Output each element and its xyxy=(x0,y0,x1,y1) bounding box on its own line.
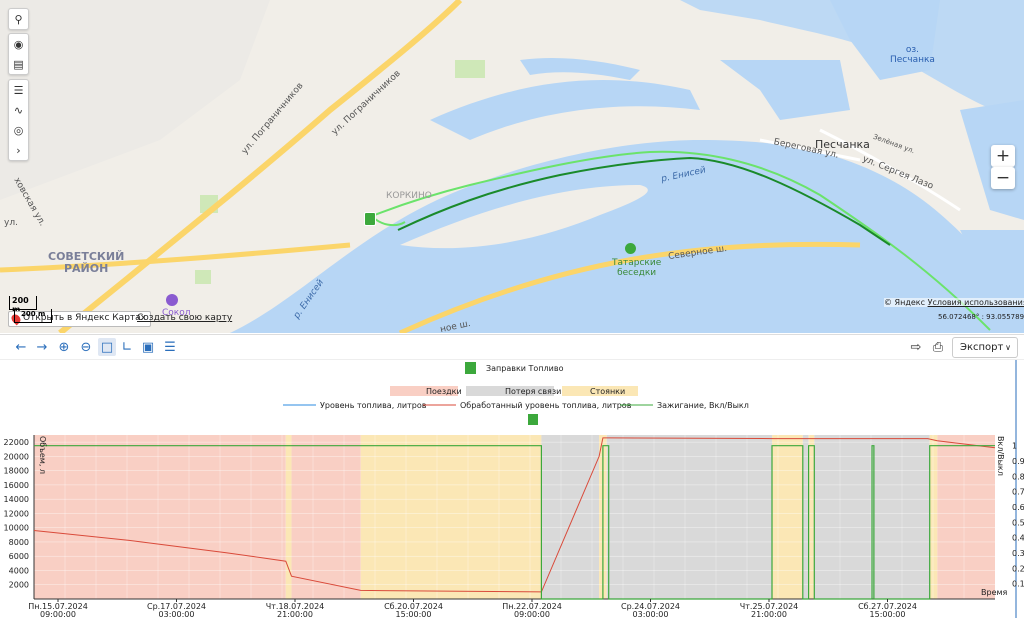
chart-toolbar: ← → ⊕ ⊖ □ ∟ ▣ ☰ ⇨ ⎙ Экспорт ∨ xyxy=(0,334,1024,360)
export-label: Экспорт xyxy=(960,342,1004,353)
fuel-station-icon[interactable] xyxy=(364,212,376,226)
arrow-left-icon[interactable]: ← xyxy=(12,338,30,356)
terms-link[interactable]: Условия использования xyxy=(928,298,1024,307)
zoom-in-button[interactable]: + xyxy=(991,145,1015,167)
eye-icon[interactable]: ◉ xyxy=(9,34,28,54)
legend-band[interactable]: Поездки xyxy=(426,387,462,396)
route-icon[interactable]: ∿ xyxy=(9,100,28,120)
x-tick-time-0: 09:00:00 xyxy=(40,610,76,619)
y-tick-right-7: 0.8 xyxy=(1012,472,1024,481)
band-0 xyxy=(34,435,286,599)
map-view[interactable]: ул. Пограничников ул. Пограничников ховс… xyxy=(0,0,1024,333)
y-tick-left-7: 16000 xyxy=(4,481,29,490)
y-axis-label-left: Объем, л xyxy=(38,436,47,474)
axis-icon[interactable]: ∟ xyxy=(118,338,136,356)
y-tick-left-6: 14000 xyxy=(4,495,29,504)
zoom-out-button[interactable]: − xyxy=(991,167,1015,189)
x-tick-time-5: 03:00:00 xyxy=(633,610,669,619)
band-2 xyxy=(291,435,361,599)
x-tick-time-3: 15:00:00 xyxy=(396,610,432,619)
band-11 xyxy=(929,435,938,599)
y-axis-label-right: Вкл/Выкл xyxy=(996,436,1005,476)
y-tick-right-4: 0.5 xyxy=(1012,518,1024,527)
scale-bar: 200 m xyxy=(9,296,37,314)
app-root: ул. Пограничников ул. Пограничников ховс… xyxy=(0,0,1024,620)
fuel-refill-icon[interactable] xyxy=(528,414,538,425)
arrow-right-icon[interactable]: → xyxy=(33,338,51,356)
legend-series[interactable]: Зажигание, Вкл/Выкл xyxy=(657,401,749,410)
band-9 xyxy=(808,435,815,599)
legend-refill[interactable]: Заправки Топливо xyxy=(486,364,564,373)
x-tick-time-1: 03:00:00 xyxy=(159,610,195,619)
chevron-right-icon[interactable]: › xyxy=(9,140,28,160)
waypoints-icon[interactable]: ◎ xyxy=(9,120,28,140)
y-tick-left-4: 10000 xyxy=(4,524,29,533)
y-tick-left-0: 2000 xyxy=(9,581,29,590)
band-8 xyxy=(802,435,809,599)
copyright: © Яндекс Условия использования xyxy=(884,298,1024,307)
band-6 xyxy=(606,435,773,599)
band-3 xyxy=(360,435,542,599)
y-tick-right-2: 0.3 xyxy=(1012,549,1024,558)
poi-icon[interactable] xyxy=(625,243,636,254)
x-tick-time-7: 15:00:00 xyxy=(870,610,906,619)
map-label-poi: Татарские беседки xyxy=(612,258,662,278)
list-icon[interactable]: ☰ xyxy=(161,338,179,356)
legend-band[interactable]: Стоянки xyxy=(590,387,625,396)
plot-area[interactable]: 2000 4000 6000 8000 10000 12000 14000 16000 1800… xyxy=(4,360,1024,619)
map-label-korkino: КОРКИНО xyxy=(386,191,432,201)
map-label-district: СОВЕТСКИЙ РАЙОН xyxy=(48,250,125,275)
map-label-lake: оз. Песчанка xyxy=(890,45,935,65)
copyright-text: © Яндекс xyxy=(884,298,928,307)
zoom-out-icon[interactable]: ⊖ xyxy=(77,338,95,356)
y-tick-left-3: 8000 xyxy=(9,538,29,547)
band-12 xyxy=(937,435,995,599)
zoom-selection-icon[interactable]: □ xyxy=(98,338,116,356)
y-tick-left-8: 18000 xyxy=(4,467,29,476)
y-tick-right-0: 0.1 xyxy=(1012,580,1024,589)
sport-icon[interactable] xyxy=(166,294,178,306)
ruler-icon[interactable]: ☰ xyxy=(9,80,28,100)
map-tools-view: ◉ ▤ xyxy=(8,33,29,75)
band-4 xyxy=(541,435,600,599)
create-map-link[interactable]: Создать свою карту xyxy=(137,313,232,323)
fuel-chart[interactable]: Заправки Топливо Поездки Потеря связи Ст… xyxy=(0,360,1024,620)
coords-readout: 56.072468° : 93.055789° xyxy=(938,313,1024,321)
y-tick-left-9: 20000 xyxy=(4,452,29,461)
x-tick-time-2: 21:00:00 xyxy=(277,610,313,619)
y-tick-right-1: 0.2 xyxy=(1012,564,1024,573)
y-tick-left-10: 22000 xyxy=(4,438,29,447)
x-axis-label: Время xyxy=(981,588,1008,597)
fuel-refill-icon[interactable] xyxy=(465,362,476,374)
y-tick-right-3: 0.4 xyxy=(1012,534,1024,543)
print-icon[interactable]: ⎙ xyxy=(929,338,947,356)
y-tick-left-5: 12000 xyxy=(4,509,29,518)
search-icon[interactable]: ⚲ xyxy=(9,9,28,29)
zoom-in-icon[interactable]: ⊕ xyxy=(55,338,73,356)
legend-series[interactable]: Обработанный уровень топлива, литров xyxy=(460,401,632,410)
y-tick-right-5: 0.6 xyxy=(1012,503,1024,512)
legend-band[interactable]: Потеря связи xyxy=(505,387,561,396)
x-tick-time-6: 21:00:00 xyxy=(751,610,787,619)
chart-area[interactable]: Заправки Топливо Поездки Потеря связи Ст… xyxy=(0,360,1024,620)
map-icon[interactable]: ▤ xyxy=(9,54,28,74)
scale-bar-secondary: 200 m xyxy=(14,309,52,323)
legend-series[interactable]: Уровень топлива, литров xyxy=(320,401,427,410)
export-out-icon[interactable]: ⇨ xyxy=(907,338,925,356)
map-tools-route: ☰ ∿ ◎ › xyxy=(8,79,29,161)
export-dropdown[interactable]: Экспорт ∨ xyxy=(952,337,1018,358)
chevron-down-icon: ∨ xyxy=(1005,343,1011,352)
fit-icon[interactable]: ▣ xyxy=(139,338,157,356)
x-tick-time-4: 09:00:00 xyxy=(514,610,550,619)
map-label-street: ул. xyxy=(4,218,18,228)
y-tick-right-9: 1 xyxy=(1012,442,1017,451)
map-tools-search: ⚲ xyxy=(8,8,29,30)
y-tick-right-6: 0.7 xyxy=(1012,488,1024,497)
y-tick-left-2: 6000 xyxy=(9,552,29,561)
band-7 xyxy=(772,435,803,599)
y-tick-left-1: 4000 xyxy=(9,566,29,575)
y-tick-right-8: 0.9 xyxy=(1012,457,1024,466)
